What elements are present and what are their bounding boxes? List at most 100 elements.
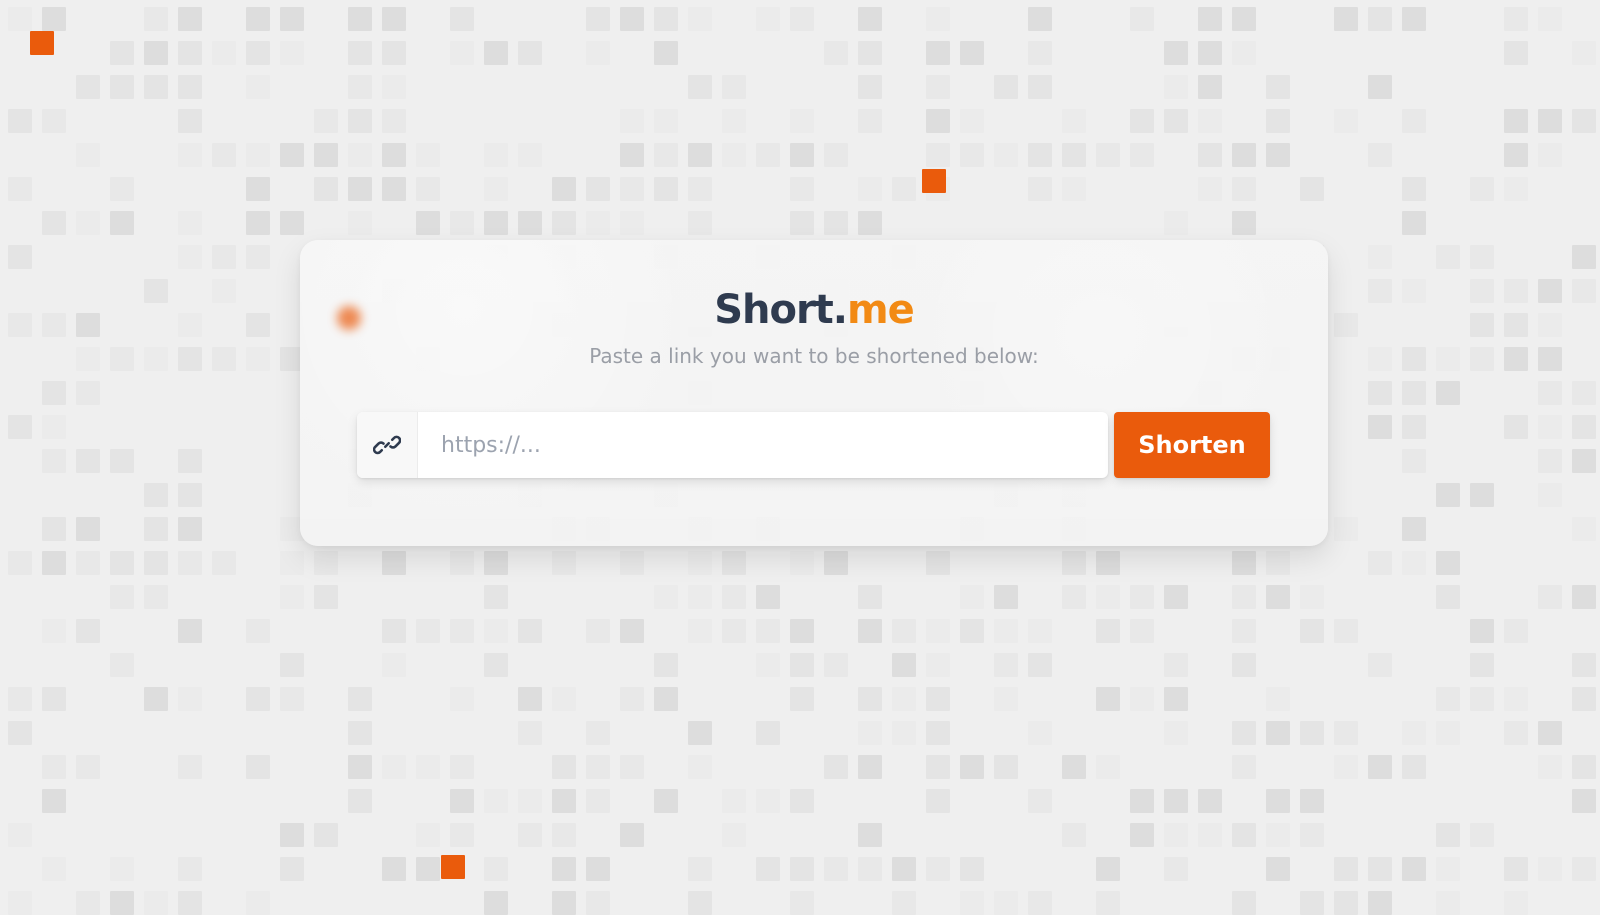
background-tile [1436, 347, 1460, 371]
background-tile [76, 551, 100, 575]
background-tile [42, 687, 66, 711]
background-tile [280, 551, 304, 575]
background-tile [484, 585, 508, 609]
background-tile [42, 211, 66, 235]
background-tile [484, 551, 508, 575]
background-tile [144, 7, 168, 31]
background-tile [450, 789, 474, 813]
background-tile [1368, 75, 1392, 99]
background-tile [1572, 653, 1596, 677]
background-tile [1062, 551, 1086, 575]
background-tile [1334, 891, 1358, 915]
background-tile [892, 857, 916, 881]
background-tile [994, 687, 1018, 711]
background-tile [620, 551, 644, 575]
background-tile [1368, 381, 1392, 405]
background-tile [926, 143, 950, 167]
background-tile [518, 143, 542, 167]
background-tile [246, 143, 270, 167]
background-tile [1368, 857, 1392, 881]
background-tile [790, 109, 814, 133]
background-tile [1572, 245, 1596, 269]
background-tile [178, 143, 202, 167]
background-tile [1402, 109, 1426, 133]
background-tile [280, 143, 304, 167]
background-tile [1164, 211, 1188, 235]
background-tile [1402, 177, 1426, 201]
background-tile [1028, 7, 1052, 31]
background-tile [110, 551, 134, 575]
background-tile [1470, 687, 1494, 711]
background-tile [8, 891, 32, 915]
background-tile [280, 823, 304, 847]
background-tile [620, 7, 644, 31]
background-tile [824, 551, 848, 575]
background-tile [1504, 415, 1528, 439]
background-tile [1470, 313, 1494, 337]
background-tile [1572, 755, 1596, 779]
background-tile [722, 143, 746, 167]
background-tile [654, 41, 678, 65]
background-tile [994, 143, 1018, 167]
background-tile [1402, 211, 1426, 235]
background-tile [688, 143, 712, 167]
background-tile [178, 551, 202, 575]
background-tile [1266, 721, 1290, 745]
background-tile [1470, 483, 1494, 507]
background-tile [1266, 109, 1290, 133]
background-tile [42, 7, 66, 31]
background-tile [1300, 891, 1324, 915]
background-tile [42, 415, 66, 439]
background-tile [178, 347, 202, 371]
background-tile [212, 279, 236, 303]
background-tile [586, 755, 610, 779]
background-tile [1470, 245, 1494, 269]
background-tile [1130, 585, 1154, 609]
background-tile [722, 823, 746, 847]
background-tile [1164, 585, 1188, 609]
background-tile [110, 891, 134, 915]
background-tile [960, 619, 984, 643]
background-tile [994, 585, 1018, 609]
background-tile [1368, 279, 1392, 303]
background-tile [1300, 177, 1324, 201]
background-tile [450, 41, 474, 65]
background-tile [1538, 755, 1562, 779]
background-tile [1062, 755, 1086, 779]
background-tile [858, 41, 882, 65]
background-tile [1130, 143, 1154, 167]
background-tile [110, 347, 134, 371]
background-tile [1402, 857, 1426, 881]
background-tile [926, 41, 950, 65]
background-tile [110, 41, 134, 65]
shorten-button[interactable]: Shorten [1114, 412, 1270, 478]
background-tile [76, 75, 100, 99]
background-tile [1062, 143, 1086, 167]
background-tile [926, 721, 950, 745]
background-tile [1198, 823, 1222, 847]
background-tile [382, 41, 406, 65]
background-tile [416, 755, 440, 779]
background-tile [1538, 415, 1562, 439]
background-tile [1334, 313, 1358, 337]
background-tile [1334, 619, 1358, 643]
background-tile [518, 823, 542, 847]
background-tile [1062, 109, 1086, 133]
background-tile [552, 823, 576, 847]
background-tile [552, 891, 576, 915]
background-tile [8, 415, 32, 439]
background-tile [858, 75, 882, 99]
background-tile [1504, 109, 1528, 133]
background-tile [518, 789, 542, 813]
url-input[interactable] [418, 412, 1108, 478]
background-tile [790, 211, 814, 235]
background-tile [688, 551, 712, 575]
background-tile [518, 211, 542, 235]
background-tile [8, 245, 32, 269]
background-tile [314, 143, 338, 167]
background-tile [1572, 517, 1596, 541]
background-tile [348, 75, 372, 99]
background-tile [892, 687, 916, 711]
background-tile [688, 177, 712, 201]
background-tile [348, 211, 372, 235]
